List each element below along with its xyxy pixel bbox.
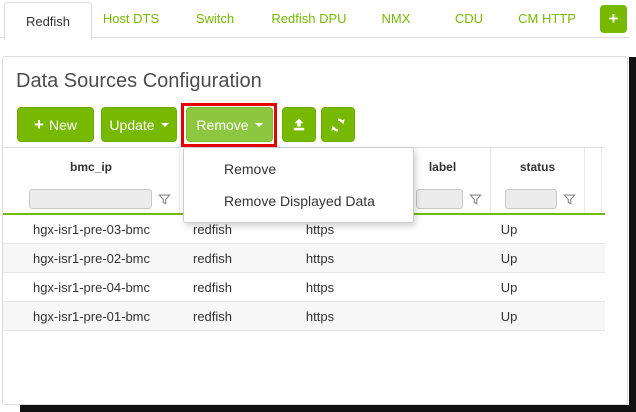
cell-label bbox=[395, 244, 491, 272]
filter-cell-bmc-ip bbox=[3, 185, 180, 213]
cell-bmc-ip: hgx-isr1-pre-04-bmc bbox=[32, 279, 151, 295]
column-header-spacer bbox=[585, 148, 602, 185]
cell-spacer bbox=[585, 273, 602, 301]
update-button-label: Update bbox=[109, 116, 155, 133]
tab-redfish-dpu[interactable]: Redfish DPU bbox=[259, 0, 359, 37]
cell-status: Up bbox=[500, 250, 518, 266]
upload-icon bbox=[291, 117, 307, 133]
table-row[interactable]: hgx-isr1-pre-04-bmc redfish https Up bbox=[3, 273, 605, 302]
cell-status: Up bbox=[500, 308, 518, 324]
chevron-down-icon bbox=[160, 122, 169, 127]
remove-button[interactable]: Remove bbox=[186, 107, 273, 142]
cell-protocol: https bbox=[305, 279, 335, 295]
cell-label bbox=[395, 302, 491, 330]
filter-input-label[interactable] bbox=[416, 189, 463, 209]
add-tab-button[interactable]: + bbox=[600, 5, 627, 33]
remove-button-label: Remove bbox=[196, 116, 249, 133]
menu-item-remove[interactable]: Remove bbox=[184, 153, 413, 185]
menu-item-remove-displayed-data[interactable]: Remove Displayed Data bbox=[184, 185, 413, 217]
plus-icon: + bbox=[608, 9, 619, 28]
screenshot-bottom-edge bbox=[20, 405, 636, 412]
new-button-label: New bbox=[48, 116, 77, 133]
cell-spacer bbox=[585, 302, 602, 330]
column-header-status[interactable]: status bbox=[491, 148, 585, 185]
cell-type: redfish bbox=[192, 279, 233, 295]
filter-input-status[interactable] bbox=[505, 189, 557, 209]
refresh-icon bbox=[330, 117, 346, 133]
filter-cell-status bbox=[491, 185, 585, 213]
upload-button[interactable] bbox=[282, 107, 316, 142]
cell-bmc-ip: hgx-isr1-pre-02-bmc bbox=[32, 250, 151, 266]
filter-funnel-icon[interactable] bbox=[158, 193, 171, 206]
filter-funnel-icon[interactable] bbox=[563, 193, 576, 206]
tab-bar: Redfish Host DTS Switch Redfish DPU NMX … bbox=[0, 0, 636, 40]
plus-icon: + bbox=[34, 114, 44, 134]
cell-status: Up bbox=[500, 279, 518, 295]
tab-cm-http[interactable]: CM HTTP bbox=[507, 0, 587, 37]
chevron-down-icon bbox=[254, 122, 263, 127]
cell-label bbox=[395, 273, 491, 301]
tab-redfish[interactable]: Redfish bbox=[4, 2, 92, 40]
cell-spacer bbox=[585, 244, 602, 272]
filter-funnel-icon[interactable] bbox=[469, 193, 482, 206]
table-row[interactable]: hgx-isr1-pre-02-bmc redfish https Up bbox=[3, 244, 605, 273]
cell-status: Up bbox=[500, 221, 518, 237]
page-title: Data Sources Configuration bbox=[16, 70, 262, 92]
tabbar-divider bbox=[0, 37, 629, 38]
filter-input-bmc-ip[interactable] bbox=[29, 189, 152, 209]
filter-cell-spacer bbox=[585, 185, 602, 213]
refresh-button[interactable] bbox=[321, 107, 355, 142]
tab-cdu[interactable]: CDU bbox=[446, 0, 492, 37]
cell-bmc-ip: hgx-isr1-pre-03-bmc bbox=[32, 221, 151, 237]
tab-host-dts[interactable]: Host DTS bbox=[94, 0, 168, 37]
screenshot-right-edge bbox=[629, 57, 636, 412]
table-row[interactable]: hgx-isr1-pre-01-bmc redfish https Up bbox=[3, 302, 605, 331]
update-button[interactable]: Update bbox=[101, 107, 177, 142]
cell-type: redfish bbox=[192, 308, 233, 324]
cell-spacer bbox=[585, 215, 602, 243]
column-header-bmc-ip[interactable]: bmc_ip bbox=[3, 148, 180, 185]
new-button[interactable]: + New bbox=[17, 107, 94, 142]
cell-type: redfish bbox=[192, 250, 233, 266]
cell-protocol: https bbox=[305, 250, 335, 266]
tab-nmx[interactable]: NMX bbox=[371, 0, 421, 37]
tab-switch[interactable]: Switch bbox=[186, 0, 244, 37]
cell-protocol: https bbox=[305, 308, 335, 324]
cell-bmc-ip: hgx-isr1-pre-01-bmc bbox=[32, 308, 151, 324]
remove-dropdown-menu: Remove Remove Displayed Data bbox=[183, 147, 414, 223]
